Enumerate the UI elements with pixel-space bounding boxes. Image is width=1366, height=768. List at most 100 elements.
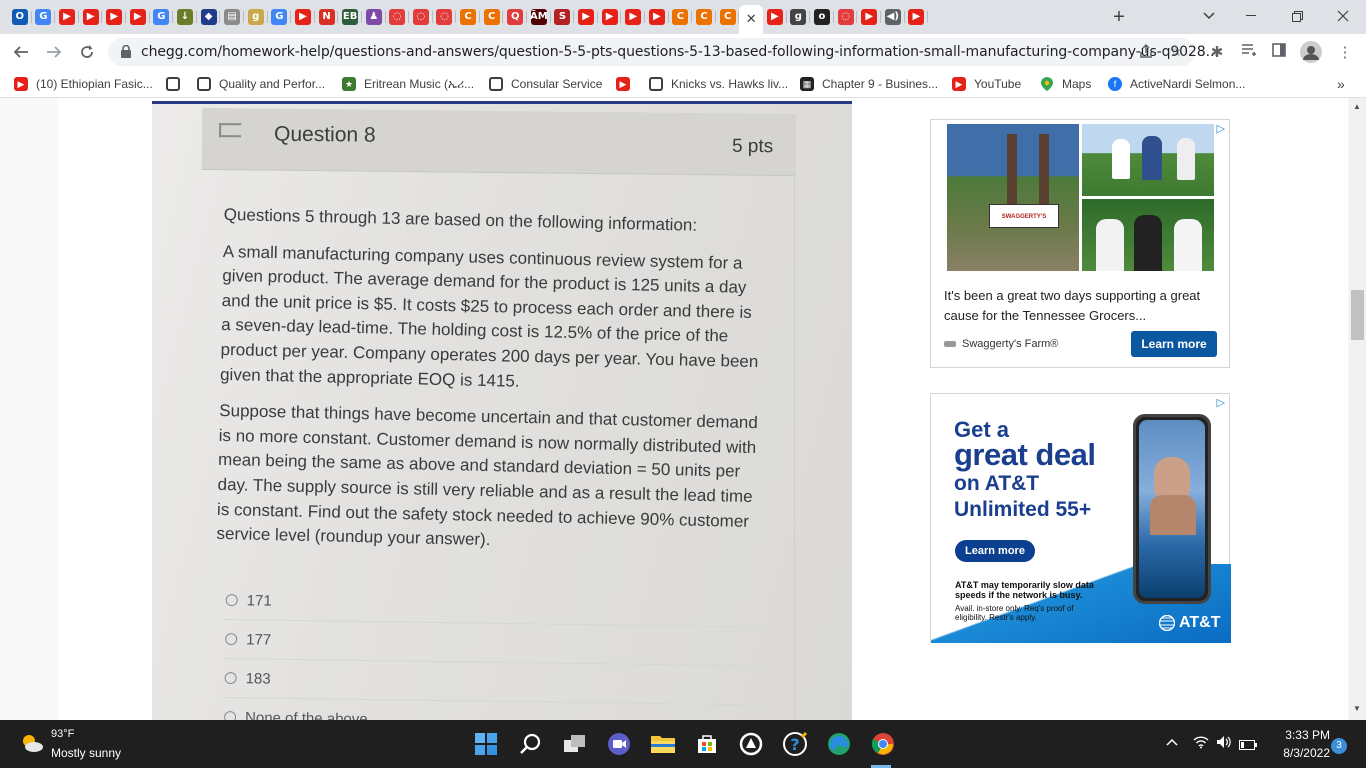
bookmark-item[interactable]: ★ Eritrean Music (ኤሪ... [342,76,474,92]
battery-icon[interactable] [1239,737,1257,755]
new-tab-button[interactable]: + [1109,7,1129,27]
weather-icon[interactable] [20,733,44,758]
bookmark-item[interactable]: ▶ [616,76,638,92]
browser-tab[interactable]: O [8,5,32,29]
scroll-up-icon[interactable]: ▲ [1353,102,1361,111]
profile-avatar[interactable] [1299,41,1323,65]
menu-icon[interactable]: ⋮ [1335,43,1355,63]
chrome-icon[interactable] [869,730,897,758]
weather-temp[interactable]: 93°F [51,728,74,740]
browser-tab[interactable]: G [268,5,292,29]
forward-button[interactable] [42,40,66,64]
back-button[interactable] [9,40,33,64]
wifi-icon[interactable] [1193,735,1209,754]
radio-button[interactable] [225,633,238,646]
bookmark-item[interactable] [166,76,188,92]
bookmark-star-icon[interactable]: ☆ [1167,43,1185,61]
browser-tab[interactable]: G [150,5,174,29]
ad-brand[interactable]: Swaggerty's Farm® [944,338,1058,350]
browser-tab[interactable]: ▶ [102,5,126,29]
adchoices-icon[interactable]: ▷ [1217,122,1225,135]
app-icon[interactable] [737,730,765,758]
browser-tab[interactable]: ◆ [197,5,221,29]
tab-search-chevron-icon[interactable] [1186,0,1232,32]
browser-tab[interactable]: ◌ [834,5,858,29]
scroll-down-icon[interactable]: ▼ [1353,704,1361,713]
bookmark-item[interactable]: Maps [1040,76,1091,92]
weather-condition[interactable]: Mostly sunny [51,746,121,760]
scrollbar-thumb[interactable] [1351,290,1364,340]
browser-tab[interactable]: ▶ [763,5,787,29]
side-panel-icon[interactable] [1269,43,1289,63]
lock-icon[interactable] [121,44,131,63]
browser-tab[interactable]: g [787,5,811,29]
bookmark-item[interactable]: Quality and Perfor... [197,76,325,92]
browser-tab[interactable]: S [551,5,575,29]
advertisement-swaggertys[interactable]: ▷ SWAGGERTY'S It's been a great two days… [930,119,1230,368]
browser-tab[interactable]: ◀) [881,5,905,29]
url-text[interactable]: chegg.com/homework-help/questions-and-an… [141,44,1219,60]
browser-tab[interactable]: ▶ [574,5,598,29]
close-window-button[interactable] [1320,0,1366,32]
bookmark-item[interactable]: ▦ Chapter 9 - Busines... [800,76,938,92]
browser-tab[interactable]: ▶ [857,5,881,29]
advertisement-att[interactable]: ▷ Get a great deal on AT&T Unlimited 55+… [930,393,1231,643]
browser-tab[interactable]: G [32,5,56,29]
browser-tab[interactable]: ◌ [433,5,457,29]
browser-tab[interactable]: N [315,5,339,29]
restore-button[interactable] [1274,0,1320,32]
bookmark-item[interactable]: Knicks vs. Hawks liv... [649,76,788,92]
bookmark-item[interactable]: f ActiveNardi Selmon... [1108,76,1245,92]
notification-badge[interactable]: 3 [1331,738,1347,754]
tray-chevron-icon[interactable] [1166,737,1178,749]
browser-tab[interactable]: Q [503,5,527,29]
browser-tab[interactable]: ▶ [291,5,315,29]
browser-tab[interactable]: o [810,5,834,29]
ad-learn-more-button[interactable]: Learn more [1131,331,1217,357]
reading-list-icon[interactable] [1239,43,1259,63]
browser-tab[interactable]: ▶ [621,5,645,29]
help-icon[interactable]: ? [781,730,809,758]
browser-tab[interactable]: ĀM [527,5,551,29]
browser-tab[interactable]: EB [338,5,362,29]
browser-tab[interactable]: ◌ [409,5,433,29]
browser-tab[interactable]: ✕ [739,5,763,34]
browser-tab[interactable]: ▤ [220,5,244,29]
browser-tab[interactable]: ▶ [645,5,669,29]
bookmark-item[interactable]: ▶ YouTube [952,76,1021,92]
bookmark-item[interactable]: ▶ (10) Ethiopian Fasic... [14,76,153,92]
address-bar[interactable]: chegg.com/homework-help/questions-and-an… [108,38,1219,66]
clock-time[interactable]: 3:33 PM [1272,728,1330,742]
browser-tab[interactable]: C [716,5,740,29]
volume-icon[interactable] [1216,735,1232,754]
ad-learn-more-button[interactable]: Learn more [955,540,1035,562]
browser-tab[interactable]: ▶ [905,5,929,29]
task-view-icon[interactable] [561,730,589,758]
start-icon[interactable] [472,730,500,758]
browser-tab[interactable]: ▶ [126,5,150,29]
browser-tab[interactable]: C [692,5,716,29]
more-bookmarks-button[interactable]: » [1337,76,1345,92]
clock-date[interactable]: 8/3/2022 [1266,746,1330,760]
browser-tab[interactable]: ↓ [173,5,197,29]
browser-tab[interactable]: ▶ [55,5,79,29]
radio-button[interactable] [225,594,238,607]
search-icon[interactable] [517,730,545,758]
store-icon[interactable] [693,730,721,758]
bookmark-item[interactable]: Consular Service [489,76,602,92]
radio-button[interactable] [224,672,237,685]
share-icon[interactable] [1137,43,1155,61]
browser-tab[interactable]: ◌ [386,5,410,29]
browser-tab[interactable]: C [669,5,693,29]
browser-tab[interactable]: C [480,5,504,29]
page-scrollbar[interactable]: ▲ ▼ [1349,98,1366,720]
file-explorer-icon[interactable] [649,730,677,758]
ad-caption[interactable]: It's been a great two days supporting a … [944,286,1214,326]
browser-tab[interactable]: ▶ [79,5,103,29]
browser-tab[interactable]: C [456,5,480,29]
browser-tab[interactable]: ▶ [598,5,622,29]
adchoices-icon[interactable]: ▷ [1217,396,1225,409]
radio-button[interactable] [224,711,237,720]
edge-icon[interactable] [825,730,853,758]
extensions-icon[interactable]: ✱ [1207,43,1227,63]
